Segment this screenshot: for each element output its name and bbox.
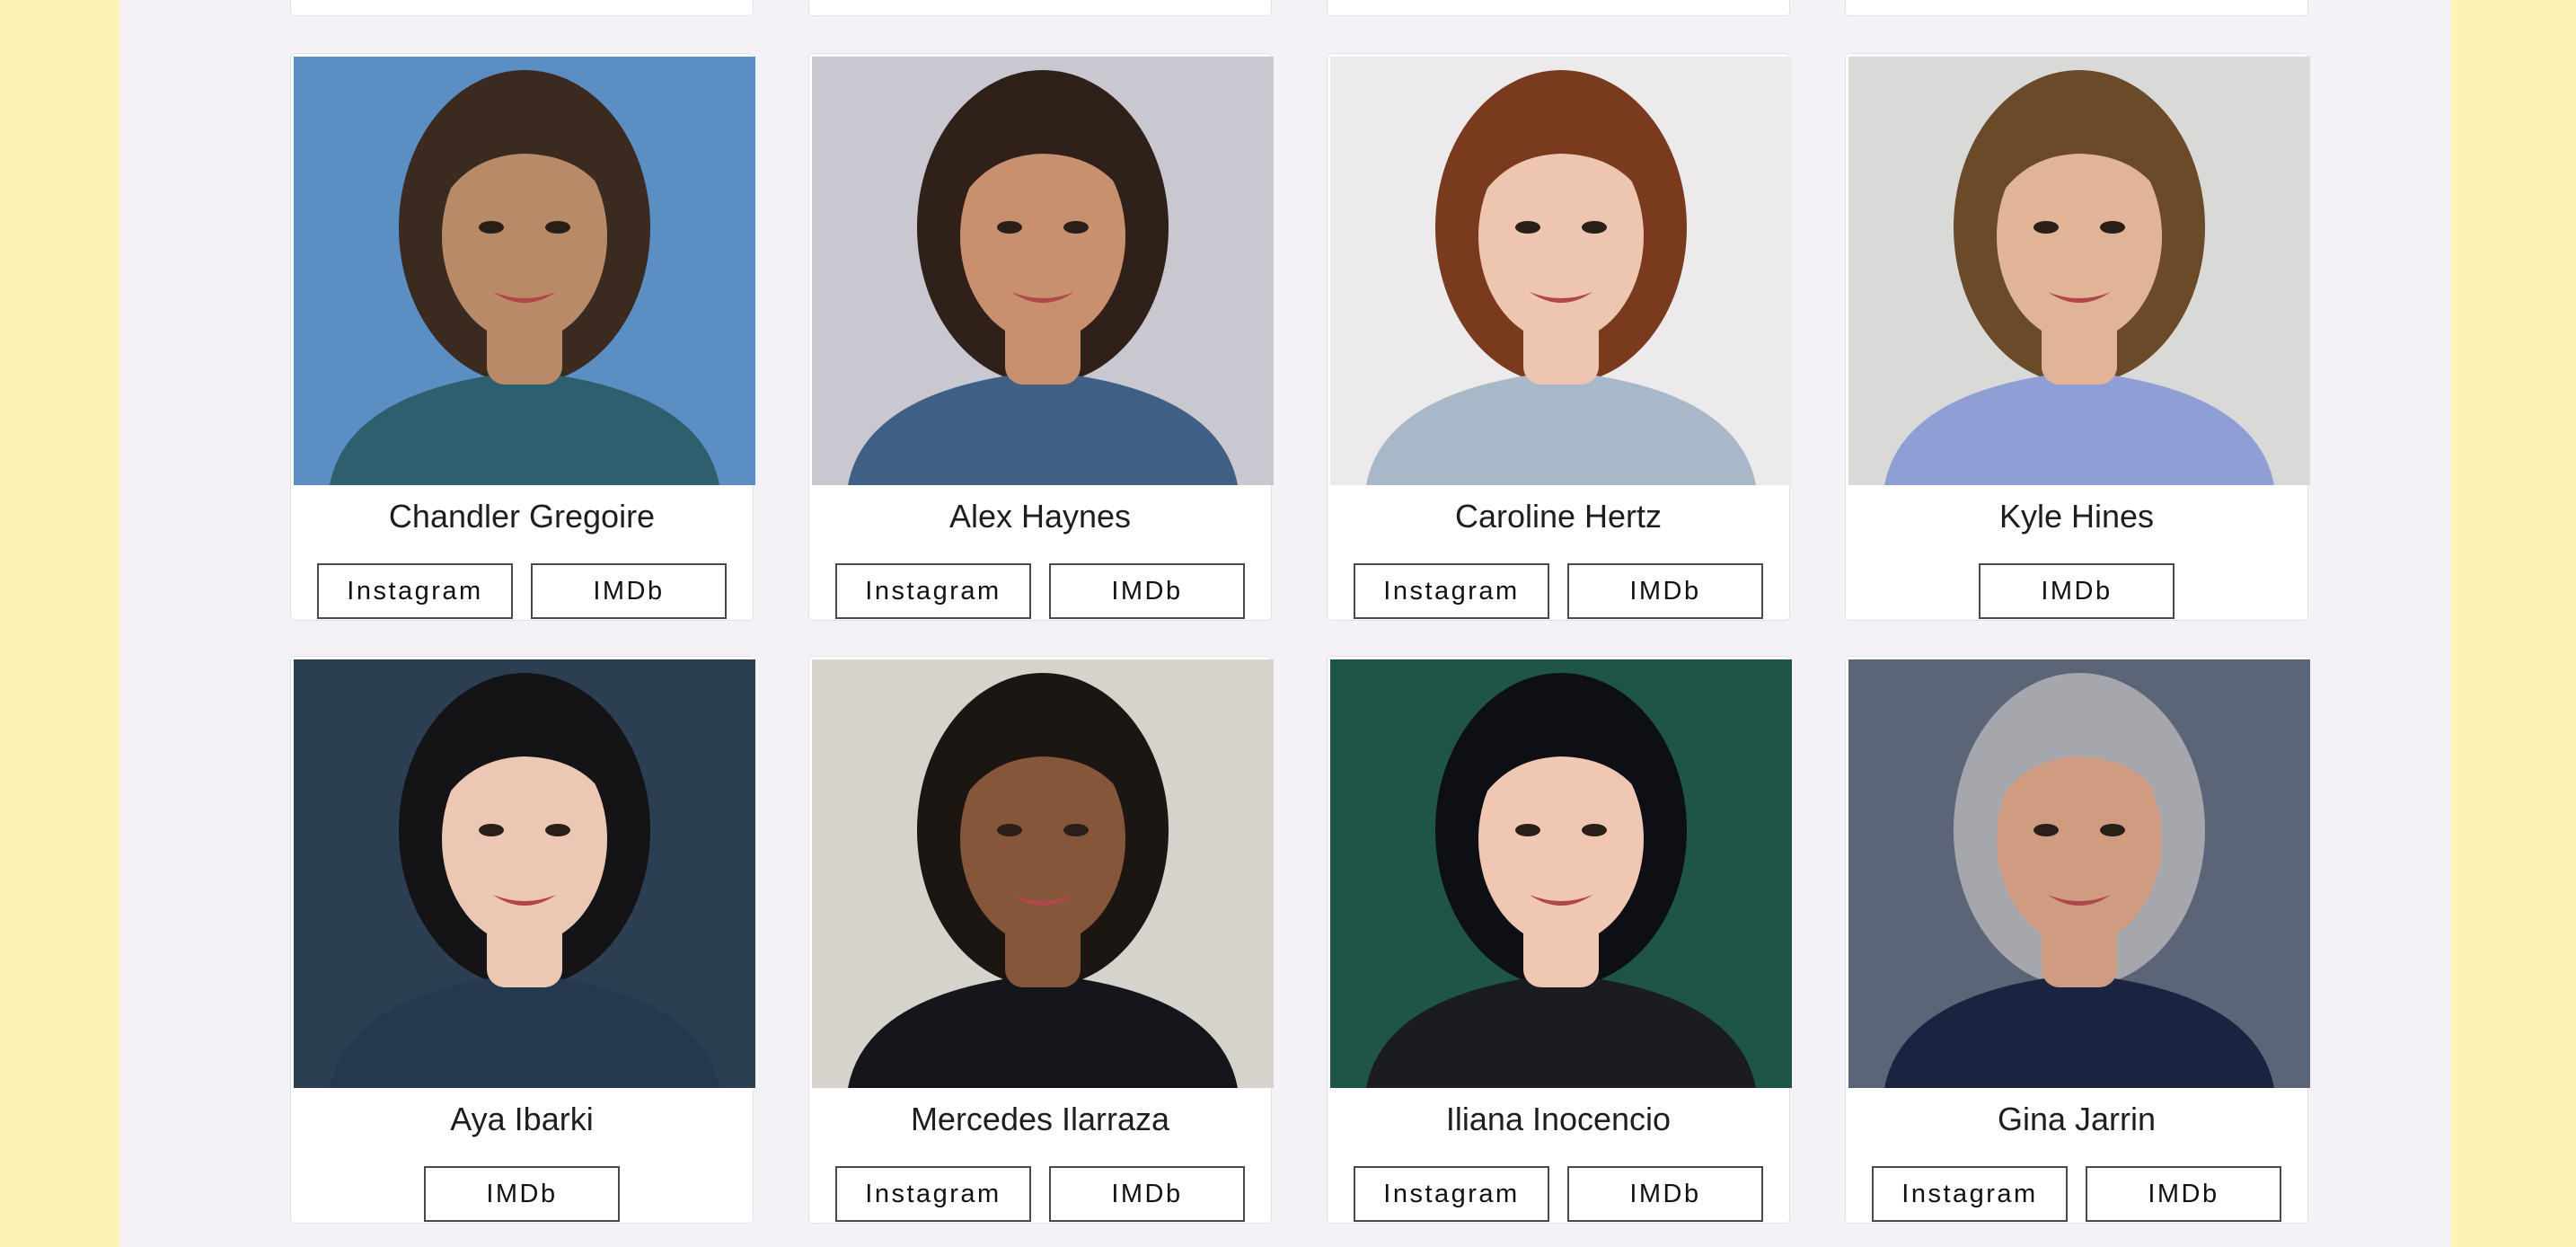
imdb-button[interactable]: IMDb	[1979, 563, 2175, 619]
actor-links: Instagram IMDb	[809, 563, 1271, 619]
actor-links: Instagram IMDb	[809, 1166, 1271, 1222]
actor-headshot	[1330, 659, 1792, 1088]
actor-card-partial	[290, 0, 754, 16]
instagram-button[interactable]: Instagram	[1354, 1166, 1549, 1222]
actor-headshot	[294, 57, 755, 485]
actor-headshot	[812, 659, 1274, 1088]
imdb-button[interactable]: IMDb	[424, 1166, 620, 1222]
page-content: Chandler Gregoire Instagram IMDb Alex Hayne…	[119, 0, 2451, 1247]
actor-name: Gina Jarrin	[1997, 1101, 2157, 1137]
imdb-button[interactable]: IMDb	[1567, 1166, 1763, 1222]
instagram-button[interactable]: Instagram	[835, 563, 1031, 619]
actor-headshot	[1330, 57, 1792, 485]
imdb-button[interactable]: IMDb	[2086, 1166, 2281, 1222]
portrait-graphic	[1330, 57, 1792, 485]
instagram-button[interactable]: Instagram	[317, 563, 513, 619]
actor-headshot	[812, 57, 1274, 485]
instagram-button[interactable]: Instagram	[1354, 563, 1549, 619]
actor-name: Iliana Inocencio	[1445, 1101, 1672, 1137]
imdb-button[interactable]: IMDb	[531, 563, 727, 619]
actor-card-partial	[1327, 0, 1790, 16]
actor-card: Kyle Hines IMDb	[1845, 53, 2310, 621]
instagram-button[interactable]: Instagram	[1872, 1166, 2068, 1222]
portrait-graphic	[1848, 659, 2310, 1088]
actor-card-partial	[1845, 0, 2308, 16]
actor-headshot	[1848, 57, 2310, 485]
actor-card: Gina Jarrin Instagram IMDb	[1845, 656, 2310, 1224]
portrait-graphic	[1330, 659, 1792, 1088]
actor-links: Instagram IMDb	[1846, 1166, 2307, 1222]
portrait-graphic	[294, 659, 755, 1088]
actor-name: Mercedes Ilarraza	[910, 1101, 1170, 1137]
actor-card: Chandler Gregoire Instagram IMDb	[290, 53, 755, 621]
actor-links: Instagram IMDb	[291, 563, 753, 619]
actor-card-partial	[808, 0, 1272, 16]
actor-card: Mercedes Ilarraza Instagram IMDb	[808, 656, 1274, 1224]
actor-headshot	[294, 659, 755, 1088]
imdb-button[interactable]: IMDb	[1567, 563, 1763, 619]
instagram-button[interactable]: Instagram	[835, 1166, 1031, 1222]
actor-name: Caroline Hertz	[1454, 498, 1663, 535]
imdb-button[interactable]: IMDb	[1049, 563, 1245, 619]
actor-links: Instagram IMDb	[1328, 563, 1789, 619]
portrait-graphic	[812, 659, 1274, 1088]
portrait-graphic	[1848, 57, 2310, 485]
actor-card: Aya Ibarki IMDb	[290, 656, 755, 1224]
actor-name: Kyle Hines	[1998, 498, 2155, 535]
actor-name: Aya Ibarki	[450, 1101, 594, 1137]
actor-name: Alex Haynes	[948, 498, 1132, 535]
actor-card: Alex Haynes Instagram IMDb	[808, 53, 1274, 621]
actor-name: Chandler Gregoire	[388, 498, 656, 535]
imdb-button[interactable]: IMDb	[1049, 1166, 1245, 1222]
portrait-graphic	[294, 57, 755, 485]
actor-links: IMDb	[1846, 563, 2307, 619]
actor-card: Iliana Inocencio Instagram IMDb	[1327, 656, 1792, 1224]
actor-links: IMDb	[291, 1166, 753, 1222]
actor-card: Caroline Hertz Instagram IMDb	[1327, 53, 1792, 621]
portrait-graphic	[812, 57, 1274, 485]
actor-headshot	[1848, 659, 2310, 1088]
actor-links: Instagram IMDb	[1328, 1166, 1789, 1222]
